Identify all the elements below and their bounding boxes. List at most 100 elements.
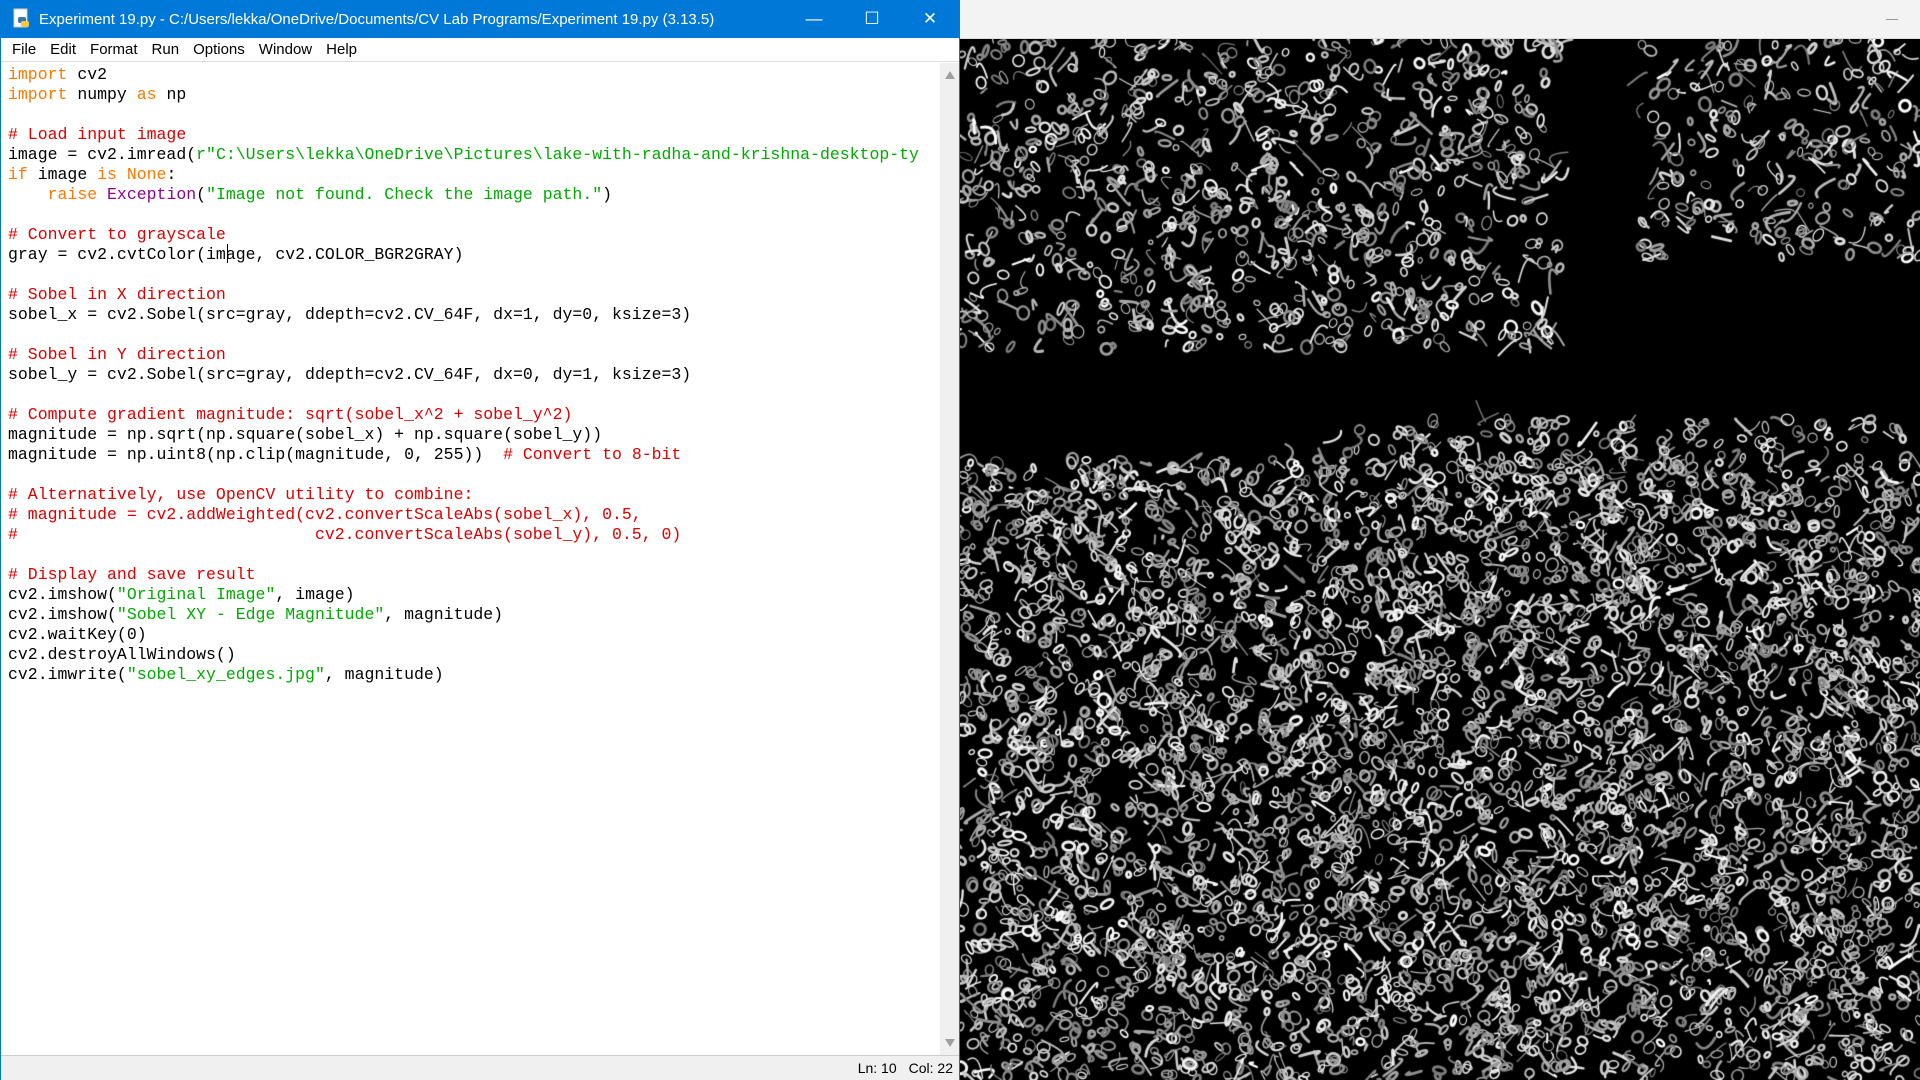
code-token: import: [8, 65, 68, 84]
code-line: sobel_x = cv2.Sobel(src=gray, ddepth=cv2…: [8, 305, 939, 325]
code-token: r"C:\Users\lekka\OneDrive\Pictures\lake-…: [196, 145, 919, 164]
code-line: # Display and save result: [8, 565, 939, 585]
code-token: np: [156, 85, 187, 104]
code-line: raise Exception("Image not found. Check …: [8, 185, 939, 205]
menu-window[interactable]: Window: [252, 41, 319, 58]
code-line: import cv2: [8, 65, 939, 85]
minimize-icon[interactable]: [1886, 19, 1898, 20]
code-token: cv2.imwrite(: [8, 665, 127, 684]
code-token: cv2: [67, 65, 108, 84]
code-line: import numpy as np: [8, 85, 939, 105]
code-editor[interactable]: import cv2 import numpy as np # Load input…: [2, 63, 939, 1055]
code-token: magnitude = np.uint8(np.clip(magnitude, …: [8, 445, 504, 464]
code-token: gray = cv2.cvtColor(image, cv2.COLOR_BGR…: [8, 245, 464, 264]
code-token: # magnitude = cv2.addWeighted(cv2.conver…: [8, 505, 642, 524]
code-token: cv2.imshow(: [8, 605, 117, 624]
menu-file[interactable]: File: [5, 41, 43, 58]
menu-edit[interactable]: Edit: [43, 41, 83, 58]
code-token: as: [136, 85, 157, 104]
code-token: image: [27, 165, 98, 184]
code-token: sobel_x = cv2.Sobel(src=gray, ddepth=cv2…: [8, 305, 692, 324]
code-token: Exception: [107, 185, 197, 204]
code-token: cv2.imshow(: [8, 585, 117, 604]
code-token: # Load input image: [8, 125, 187, 144]
code-line: # magnitude = cv2.addWeighted(cv2.conver…: [8, 505, 939, 525]
code-line: # Load input image: [8, 125, 939, 145]
line-number: Ln: 10: [857, 1060, 897, 1076]
scroll-up-arrow-icon[interactable]: [945, 71, 955, 79]
code-token: ): [602, 185, 613, 204]
code-line: image = cv2.imread(r"C:\Users\lekka\OneD…: [8, 145, 939, 165]
code-token: sobel_y = cv2.Sobel(src=gray, ddepth=cv2…: [8, 365, 692, 384]
code-token: # Sobel in Y direction: [8, 345, 226, 364]
code-line: # Convert to grayscale: [8, 225, 939, 245]
window-title: Experiment 19.py - C:/Users/lekka/OneDri…: [39, 10, 715, 28]
code-line: # Sobel in X direction: [8, 285, 939, 305]
code-line: cv2.imwrite("sobel_xy_edges.jpg", magnit…: [8, 665, 939, 685]
menu-help[interactable]: Help: [319, 41, 364, 58]
code-token: "sobel_xy_edges.jpg": [126, 665, 325, 684]
code-token: None: [126, 165, 167, 184]
code-token: # Convert to 8-bit: [503, 445, 682, 464]
code-line: gray = cv2.cvtColor(image, cv2.COLOR_BGR…: [8, 245, 939, 265]
menu-bar: File Edit Format Run Options Window Help: [1, 38, 959, 62]
code-line: cv2.imshow("Sobel XY - Edge Magnitude", …: [8, 605, 939, 625]
code-token: # Sobel in X direction: [8, 285, 226, 304]
code-line: sobel_y = cv2.Sobel(src=gray, ddepth=cv2…: [8, 365, 939, 385]
idle-editor-window: Experiment 19.py - C:/Users/lekka/OneDri…: [0, 0, 960, 1080]
code-line: # cv2.convertScaleAbs(sobel_y), 0.5, 0): [8, 525, 939, 545]
code-line: # Sobel in Y direction: [8, 345, 939, 365]
code-token: , magnitude): [324, 665, 444, 684]
code-line: cv2.destroyAllWindows(): [8, 645, 939, 665]
code-token: "Image not found. Check the image path.": [206, 185, 603, 204]
code-token: numpy: [67, 85, 137, 104]
title-bar[interactable]: Experiment 19.py - C:/Users/lekka/OneDri…: [1, 0, 959, 38]
sobel-output-window: [960, 0, 1920, 1080]
code-token: , image): [275, 585, 355, 604]
code-line: # Compute gradient magnitude: sqrt(sobel…: [8, 405, 939, 425]
code-token: , magnitude): [384, 605, 504, 624]
code-line: magnitude = np.sqrt(np.square(sobel_x) +…: [8, 425, 939, 445]
code-token: (: [196, 185, 207, 204]
code-token: cv2.destroyAllWindows(): [8, 645, 236, 664]
code-token: raise: [47, 185, 98, 204]
status-bar: Ln: 10 Col: 22: [1, 1055, 959, 1080]
code-token: # Convert to grayscale: [8, 225, 226, 244]
menu-format[interactable]: Format: [83, 41, 145, 58]
code-token: # Compute gradient magnitude: sqrt(sobel…: [8, 405, 573, 424]
code-token: # cv2.convertScaleAbs(sobel_y), 0.5, 0): [8, 525, 682, 544]
scroll-down-arrow-icon[interactable]: [945, 1039, 955, 1047]
text-cursor: [227, 244, 228, 263]
code-token: if: [8, 165, 28, 184]
code-token: "Sobel XY - Edge Magnitude": [116, 605, 385, 624]
code-line: cv2.imshow("Original Image", image): [8, 585, 939, 605]
menu-run[interactable]: Run: [145, 41, 187, 58]
code-token: # Alternatively, use OpenCV utility to c…: [8, 485, 474, 504]
python-file-icon: [11, 8, 33, 30]
menu-options[interactable]: Options: [186, 41, 252, 58]
maximize-button[interactable]: ☐: [843, 0, 901, 38]
code-line: # Alternatively, use OpenCV utility to c…: [8, 485, 939, 505]
code-token: :: [166, 165, 177, 184]
code-line: if image is None:: [8, 165, 939, 185]
close-button[interactable]: ✕: [901, 0, 959, 38]
code-line: magnitude = np.uint8(np.clip(magnitude, …: [8, 445, 939, 465]
code-token: # Display and save result: [8, 565, 256, 584]
image-window-title-bar[interactable]: [960, 0, 1920, 39]
vertical-scrollbar[interactable]: [940, 63, 959, 1055]
code-token: magnitude = np.sqrt(np.square(sobel_x) +…: [8, 425, 603, 444]
code-token: is: [97, 165, 117, 184]
code-token: "Original Image": [116, 585, 276, 604]
minimize-button[interactable]: —: [785, 0, 843, 38]
edge-magnitude-image: [960, 39, 1920, 1080]
